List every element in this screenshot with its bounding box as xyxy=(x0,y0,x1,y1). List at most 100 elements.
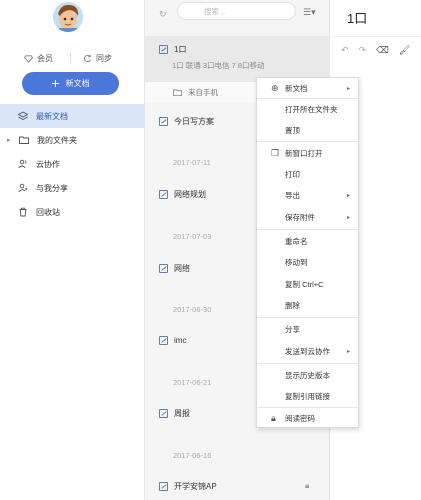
menu-separator xyxy=(257,229,360,230)
menu-item-label: 复制引用链接 xyxy=(285,391,330,401)
note-icon xyxy=(159,45,168,54)
chevron-right-icon: ▸ xyxy=(346,214,350,221)
vip-label: 会员 xyxy=(37,53,53,63)
sort-menu-icon[interactable]: ☰▾ xyxy=(303,7,316,18)
editor-title[interactable]: 1口 xyxy=(347,8,367,27)
doc-title-row: imc xyxy=(159,336,186,345)
menu-item-label: 复制 Ctrl+C xyxy=(285,279,324,289)
chevron-right-icon: ▸ xyxy=(346,192,350,199)
note-icon xyxy=(159,409,168,418)
sidebar-item-label: 与我分享 xyxy=(36,183,68,193)
layers-icon xyxy=(18,111,28,121)
share-user-icon xyxy=(18,183,28,193)
refresh-icon[interactable]: ↻ xyxy=(159,9,167,20)
account-row: 会员 同步 xyxy=(0,51,145,65)
sidebar-item-collaboration[interactable]: 云协作 xyxy=(0,152,145,176)
menu-item-label: 新窗口打开 xyxy=(285,148,323,158)
doc-date: 2017-06-16 xyxy=(173,451,212,460)
doc-title-row: 开学安锦AP xyxy=(159,481,217,492)
sidebar-nav: 最新文档 ▸ 我的文件夹 云协作 与我分享 回收站 xyxy=(0,104,145,224)
menu-item-open-new-window[interactable]: ❐ 新窗口打开 xyxy=(257,143,360,163)
menu-item-label: 阅读密码 xyxy=(285,413,315,423)
menu-item-open-folder[interactable]: 打开所在文件夹 xyxy=(257,99,360,119)
sidebar-item-shared-with-me[interactable]: 与我分享 xyxy=(0,176,145,200)
new-document-button[interactable]: + 新文档 xyxy=(22,72,119,95)
list-toolbar: ↻ 搜索... ☰▾ xyxy=(145,0,330,28)
search-input[interactable]: 搜索... xyxy=(177,2,296,20)
lock-icon: 🔒︎ xyxy=(271,412,276,423)
doc-title: 1口 xyxy=(174,45,187,54)
doc-date: 2017-07-03 xyxy=(173,232,212,241)
redo-icon[interactable]: ↷ xyxy=(359,45,367,56)
menu-item-print[interactable]: 打印 xyxy=(257,164,360,184)
doc-title-row: 网络规划 xyxy=(159,189,206,200)
menu-item-send-to-collaboration[interactable]: 发送到云协作 ▸ xyxy=(257,341,360,361)
sidebar-item-trash[interactable]: 回收站 xyxy=(0,200,145,224)
menu-separator xyxy=(257,317,360,318)
new-window-icon: ❐ xyxy=(271,147,280,158)
folder-icon xyxy=(172,87,182,97)
chevron-right-icon: ▸ xyxy=(346,85,350,92)
menu-item-copy[interactable]: 复制 Ctrl+C xyxy=(257,274,360,294)
note-icon xyxy=(159,482,168,491)
doc-date: 2017-06-21 xyxy=(173,378,212,387)
chevron-right-icon[interactable]: ▸ xyxy=(7,136,15,144)
menu-item-delete[interactable]: 删除 xyxy=(257,295,360,315)
doc-title: 周报 xyxy=(174,409,190,418)
sidebar: 会员 同步 + 新文档 最新文档 ▸ 我的文件夹 云协作 与我分享 回收站 xyxy=(0,0,145,500)
sync-label: 同步 xyxy=(96,53,112,63)
sidebar-item-my-folders[interactable]: ▸ 我的文件夹 xyxy=(0,128,145,152)
note-icon xyxy=(159,117,168,126)
menu-item-history-versions[interactable]: 显示历史版本 xyxy=(257,365,360,385)
doc-date: 2017-07-11 xyxy=(173,158,211,167)
menu-item-label: 发送到云协作 xyxy=(285,346,330,356)
list-item[interactable]: 开学安锦AP 🔒︎ xyxy=(145,475,330,500)
menu-item-label: 新文档 xyxy=(285,83,308,93)
menu-item-label: 保存附件 xyxy=(285,212,315,222)
chevron-right-icon: ▸ xyxy=(346,348,350,355)
doc-snippet: 1口 联通 3口电信 7 8口移动 xyxy=(172,61,265,70)
folder-source-label: 来自手机 xyxy=(188,87,218,97)
doc-title-row: 今日写方案 xyxy=(159,116,214,127)
sidebar-item-label: 云协作 xyxy=(36,159,60,169)
menu-item-pin-top[interactable]: 置顶 xyxy=(257,120,360,140)
new-document-label: 新文档 xyxy=(65,79,90,88)
context-menu: ⊕ 新文档 ▸ 打开所在文件夹 置顶 ❐ 新窗口打开 打印 导出 ▸ 保存附件 … xyxy=(256,77,360,428)
undo-icon[interactable]: ↶ xyxy=(341,45,349,56)
menu-item-rename[interactable]: 重命名 xyxy=(257,231,360,251)
diamond-icon xyxy=(23,53,33,63)
menu-item-move-to[interactable]: 移动到 xyxy=(257,252,360,272)
eraser-icon[interactable]: ⌫ xyxy=(376,45,389,56)
menu-item-share[interactable]: 分享 xyxy=(257,319,360,339)
sync-button[interactable]: 同步 xyxy=(82,53,112,64)
doc-title-row: 周报 xyxy=(159,408,190,419)
doc-title: imc xyxy=(174,336,187,345)
note-icon xyxy=(159,264,168,273)
menu-item-label: 导出 xyxy=(285,190,300,200)
avatar[interactable] xyxy=(53,2,83,32)
sync-icon xyxy=(82,53,92,63)
lock-icon: 🔒︎ xyxy=(305,481,310,490)
vip-button[interactable]: 会员 xyxy=(23,53,53,64)
sidebar-item-recent[interactable]: 最新文档 xyxy=(0,104,145,128)
doc-title: 网络 xyxy=(174,264,190,273)
menu-item-label: 打开所在文件夹 xyxy=(285,104,338,114)
menu-item-label: 显示历史版本 xyxy=(285,370,330,380)
sidebar-item-label: 最新文档 xyxy=(36,111,68,121)
editor-toolbar: ↶ ↷ ⌫ 🖌︎ xyxy=(341,45,410,56)
menu-item-copy-reference-link[interactable]: 复制引用链接 xyxy=(257,386,360,406)
note-icon xyxy=(159,190,168,199)
sidebar-item-label: 回收站 xyxy=(36,207,60,217)
editor-divider xyxy=(331,36,421,37)
menu-item-read-password[interactable]: 🔒︎ 阅读密码 xyxy=(257,408,360,428)
format-painter-icon[interactable]: 🖌︎ xyxy=(399,45,410,56)
menu-item-new-document[interactable]: ⊕ 新文档 ▸ xyxy=(257,78,360,98)
menu-item-export[interactable]: 导出 ▸ xyxy=(257,185,360,205)
note-icon xyxy=(159,336,168,345)
doc-title: 网络规划 xyxy=(174,190,206,199)
menu-item-save-attachment[interactable]: 保存附件 ▸ xyxy=(257,207,360,227)
trash-icon xyxy=(18,207,28,217)
menu-item-label: 置顶 xyxy=(285,125,300,135)
plus-circle-icon: ⊕ xyxy=(271,82,279,93)
vip-sync-divider xyxy=(70,53,71,63)
